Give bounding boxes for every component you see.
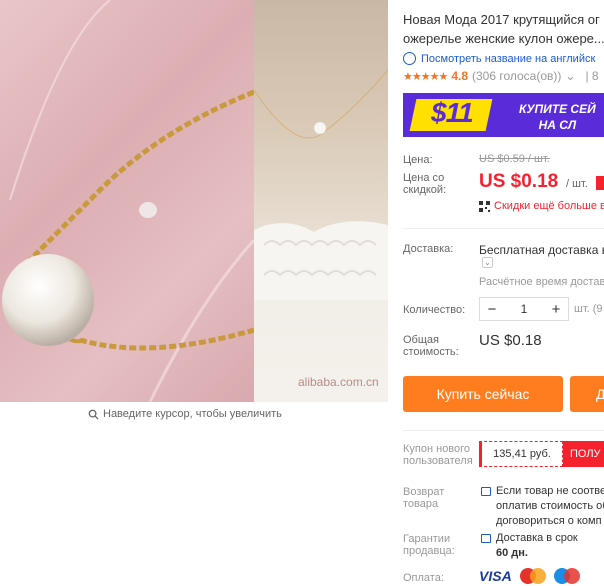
coupon-label-line1: Купон нового (403, 443, 471, 455)
total-label: Общая стоимость: (403, 334, 459, 358)
orders-count: | 8 (585, 69, 599, 83)
chevron-down-icon[interactable]: ⌄ (482, 257, 493, 268)
visa-icon: VISA (479, 568, 512, 584)
image-watermark: alibaba.com.cn (298, 375, 379, 389)
quantity-available: шт. (9 (574, 303, 603, 315)
quantity-label: Количество: (403, 304, 466, 316)
delivery-time: Расчётное время доставк (479, 276, 604, 288)
price-label: Цена: (403, 154, 433, 166)
qr-code-icon (479, 200, 490, 212)
product-title-line1: Новая Мода 2017 крутящийся ог (403, 12, 600, 27)
banner-amount: $11 (431, 97, 474, 128)
mastercard-icon (519, 568, 546, 584)
quantity-decrease-button[interactable]: − (480, 298, 504, 320)
return-policy-text: Если товар не соответ оплатив стоимость … (496, 484, 604, 529)
translate-icon (403, 52, 416, 65)
shipping-label: Доставка: (403, 243, 454, 255)
translate-title-link[interactable]: Посмотреть название на английск (403, 52, 595, 65)
shipping-value[interactable]: Бесплатная доставка в (479, 243, 604, 257)
card-icon (481, 487, 491, 496)
return-line3: договориться о комп (496, 515, 602, 527)
add-to-cart-button[interactable]: Д (570, 376, 604, 412)
total-label-line2: стоимость: (403, 346, 459, 358)
product-title: Новая Мода 2017 крутящийся ог ожерелье ж… (403, 10, 604, 48)
product-image-main[interactable] (0, 0, 254, 402)
get-coupon-button[interactable]: ПОЛУ (563, 441, 604, 467)
discount-price-label: Цена со скидкой: (403, 172, 446, 196)
zoom-hint: Наведите курсор, чтобы увеличить (88, 408, 282, 420)
delivery-truck-icon (481, 534, 491, 543)
guarantee-label: Гарантии продавца: (403, 533, 455, 557)
return-line2: оплатив стоимость об (496, 500, 604, 512)
payment-label: Оплата: (403, 572, 444, 584)
coupon-label: Купон нового пользователя (403, 443, 473, 467)
buy-now-button[interactable]: Купить сейчас (403, 376, 563, 412)
zoom-hint-text: Наведите курсор, чтобы увеличить (103, 408, 282, 420)
banner-text-line1: КУПИТЕ СЕЙ (519, 102, 596, 116)
banner-text-line2: НА СЛ (538, 118, 577, 132)
guarantee-line2: 60 дн. (496, 547, 528, 559)
pearl-chain-illustration (2, 0, 254, 402)
return-label-line1: Возврат (403, 486, 445, 498)
discount-price: US $0.18 (479, 171, 559, 192)
total-price: US $0.18 (479, 332, 542, 349)
divider (403, 228, 604, 229)
more-discounts-link[interactable]: Скидки ещё больше в (479, 200, 604, 212)
guarantee-line1: Доставка в срок (496, 532, 578, 544)
guarantee-label-line1: Гарантии (403, 533, 451, 545)
product-image-model[interactable] (254, 0, 388, 402)
rating-value: 4.8 (451, 69, 468, 83)
more-discounts-text: Скидки ещё больше в (494, 200, 604, 212)
translate-link-text: Посмотреть название на английск (421, 52, 596, 65)
discount-badge (596, 176, 604, 190)
magnifier-icon (88, 409, 99, 420)
maestro-icon (553, 568, 580, 584)
coupon-label-line2: пользователя (403, 455, 473, 467)
rating-stars-icon: ★★★★★ (403, 70, 448, 83)
return-label: Возврат товара (403, 486, 444, 510)
return-line1: Если товар не соответ (496, 485, 604, 497)
model-necklace-illustration (254, 69, 388, 300)
promo-banner[interactable]: $11 КУПИТЕ СЕЙ НА СЛ (403, 93, 604, 137)
rating-count-link[interactable]: (306 голоса(ов)) (472, 69, 561, 83)
rating-row: ★★★★★ 4.8 (306 голоса(ов)) ⌄ | 8 (403, 69, 599, 83)
discount-price-label-line1: Цена со (403, 172, 445, 184)
total-label-line1: Общая (403, 334, 439, 346)
chevron-down-icon[interactable]: ⌄ (565, 69, 575, 83)
guarantee-text: Доставка в срок 60 дн. (496, 531, 578, 561)
guarantee-label-line2: продавца: (403, 545, 455, 557)
banner-text: КУПИТЕ СЕЙ НА СЛ (519, 101, 596, 133)
quantity-stepper[interactable]: − 1 + (479, 297, 569, 321)
price-unit: / шт. (566, 178, 588, 190)
coupon-amount: 135,41 руб. (479, 441, 563, 467)
quantity-increase-button[interactable]: + (544, 298, 568, 320)
divider (403, 430, 604, 431)
payment-methods: VISA (479, 568, 580, 584)
product-gallery[interactable]: alibaba.com.cn (0, 0, 388, 402)
discount-price-label-line2: скидкой: (403, 184, 447, 196)
return-label-line2: товара (403, 498, 439, 510)
product-title-line2: ожерелье женские кулон ожере... (403, 31, 604, 46)
quantity-input[interactable]: 1 (504, 302, 544, 316)
product-info: Новая Мода 2017 крутящийся ог ожерелье ж… (403, 0, 604, 586)
old-price: US $0.59 / шт. (479, 153, 550, 165)
